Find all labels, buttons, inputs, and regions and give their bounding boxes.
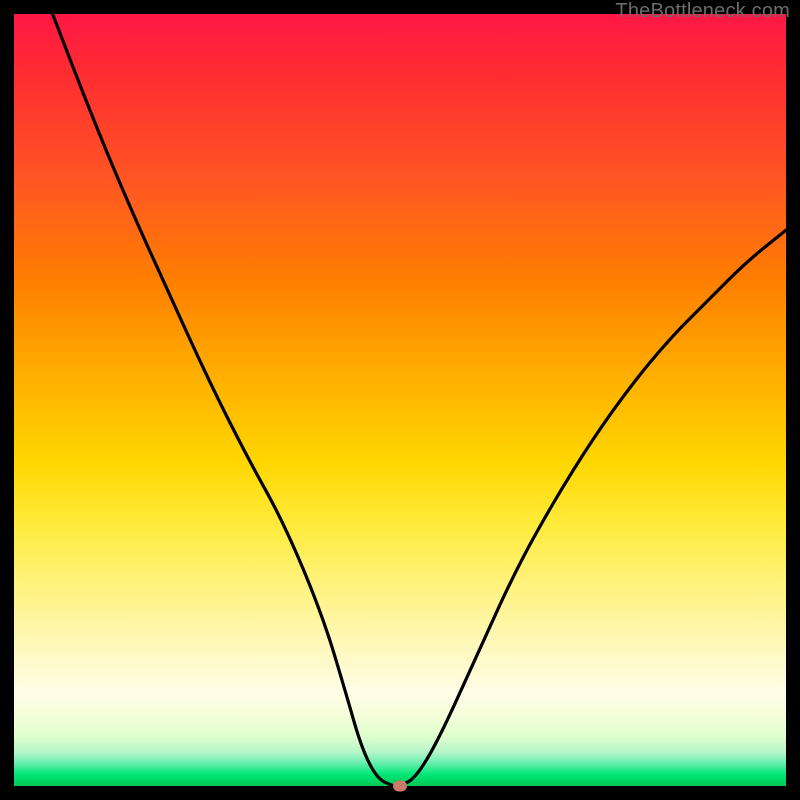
plot-area	[14, 14, 786, 786]
bottleneck-curve	[14, 14, 786, 786]
watermark-text: TheBottleneck.com	[615, 0, 790, 23]
chart-container: TheBottleneck.com	[0, 0, 800, 800]
optimal-point-marker	[393, 781, 407, 792]
